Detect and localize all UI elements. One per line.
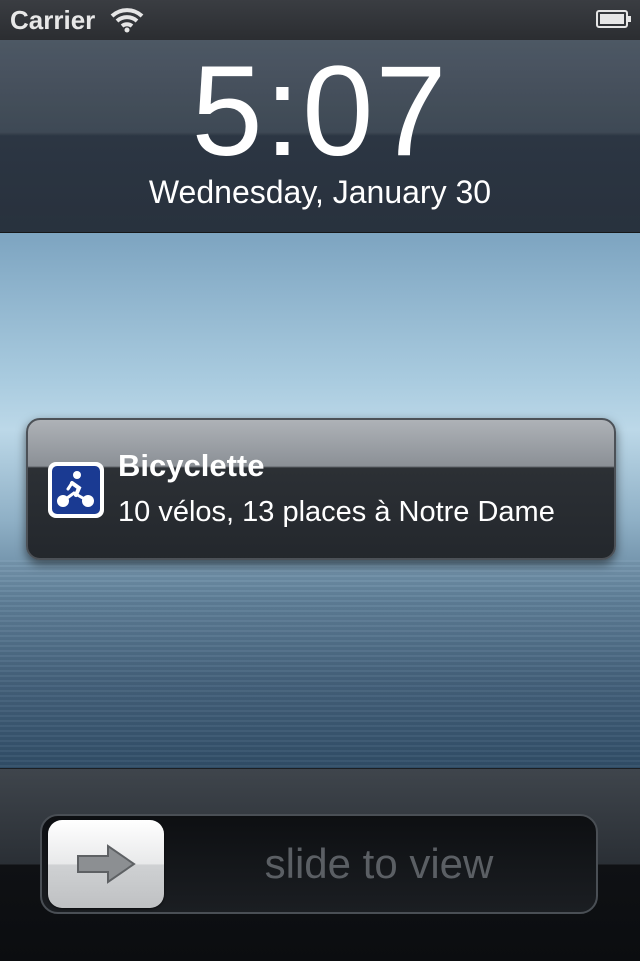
notification-banner[interactable]: Bicyclette 10 vélos, 13 places à Notre D…: [26, 418, 616, 560]
arrow-right-icon: [77, 844, 136, 884]
clock-date: Wednesday, January 30: [148, 174, 492, 210]
slider-label: slide to view: [264, 840, 494, 887]
notification-title: Bicyclette: [118, 448, 265, 483]
unlock-slider-knob[interactable]: [48, 820, 164, 908]
status-bar: Carrier: [0, 0, 640, 40]
battery-icon: [596, 10, 631, 28]
carrier-label: Carrier: [10, 5, 96, 35]
bicycle-icon: [48, 462, 104, 518]
notification-message: 10 vélos, 13 places à Notre Dame: [118, 496, 555, 528]
clock-time: 5:07: [191, 40, 449, 183]
wifi-icon: [110, 8, 144, 33]
